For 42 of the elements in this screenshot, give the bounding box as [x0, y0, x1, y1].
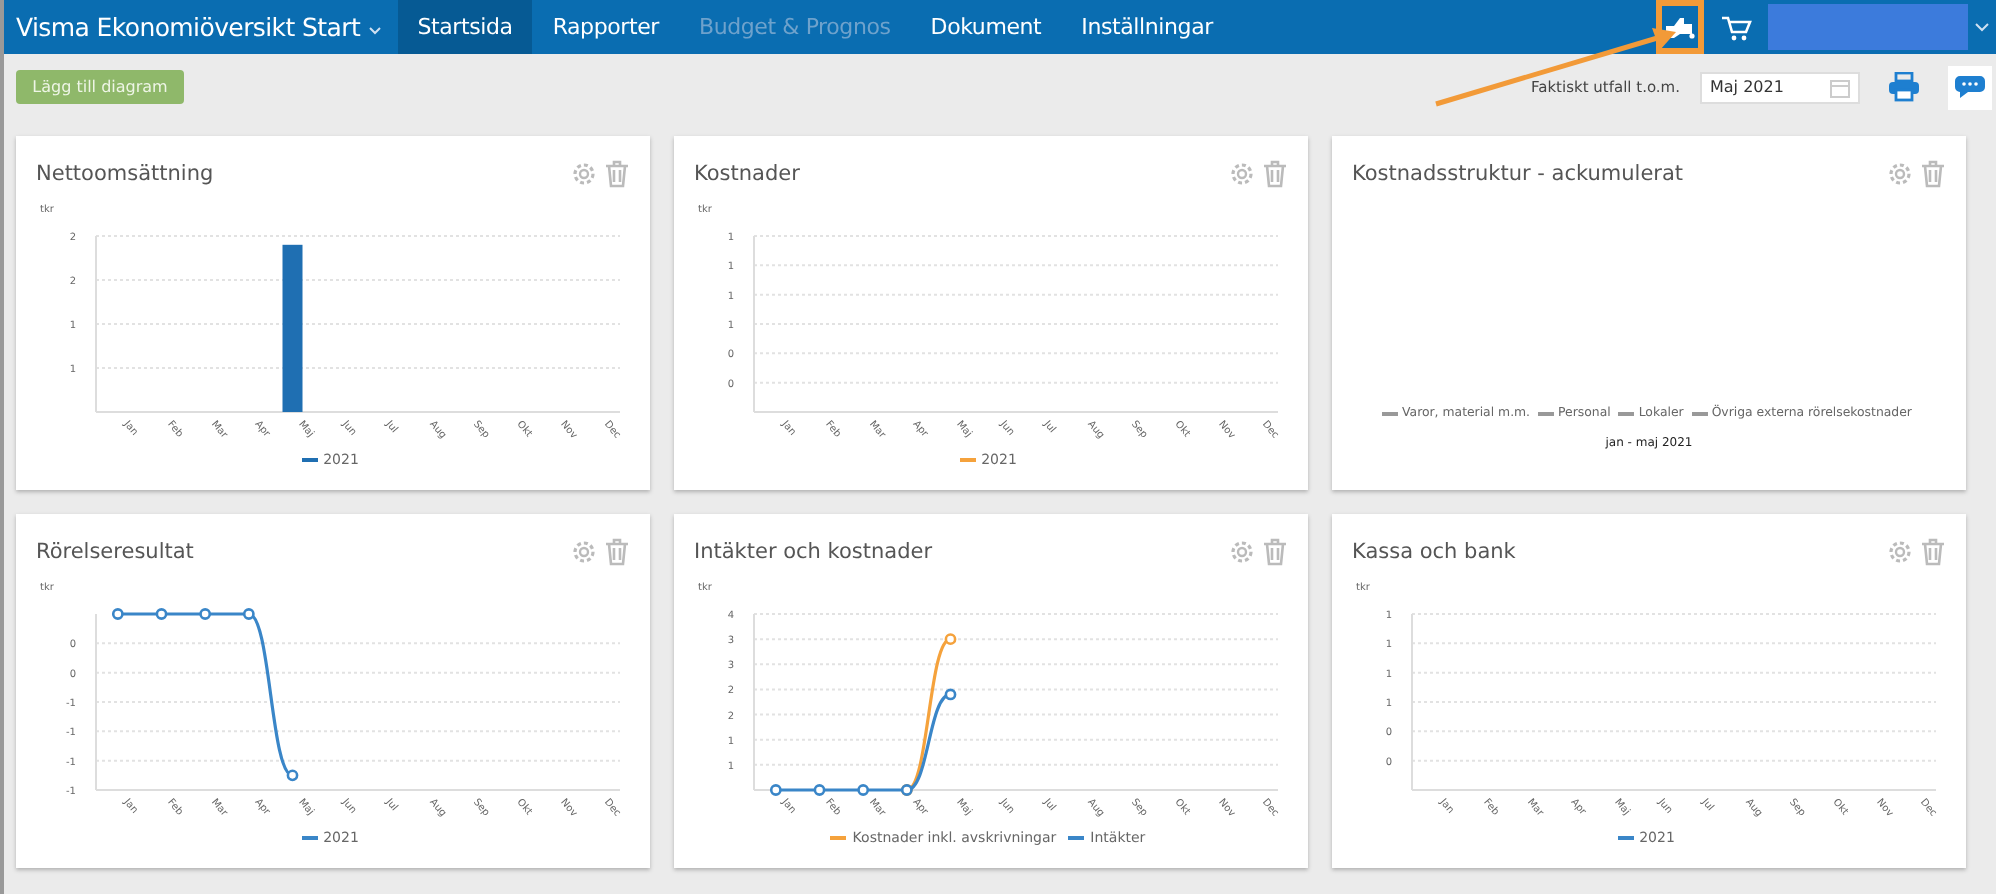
nav-tab[interactable]: Rapporter [532, 0, 679, 54]
data-point [857, 784, 870, 796]
chat-icon [1954, 73, 1986, 101]
chevron-down-icon[interactable] [1974, 21, 1990, 33]
print-icon[interactable] [1888, 72, 1920, 102]
card-title: Kostnadsstruktur - ackumulerat [1352, 162, 1686, 186]
cart-icon [1720, 13, 1752, 41]
nav-tab[interactable]: Inställningar [1061, 0, 1233, 54]
card-title: Nettoomsättning [36, 162, 216, 186]
card-title: Intäkter och kostnader [694, 540, 935, 564]
data-point [111, 608, 124, 620]
settings-icon[interactable] [1228, 160, 1256, 188]
trash-icon[interactable] [1920, 160, 1946, 188]
settings-icon[interactable] [1228, 538, 1256, 566]
data-point [199, 608, 212, 620]
notification-button[interactable] [1656, 0, 1704, 54]
settings-icon[interactable] [1886, 538, 1914, 566]
nav-tab[interactable]: Startsida [397, 0, 533, 54]
calendar-icon[interactable] [1830, 77, 1850, 97]
card-title: Rörelseresultat [36, 540, 196, 564]
data-point [944, 633, 957, 646]
data-point [155, 608, 168, 620]
chat-button[interactable] [1948, 65, 1992, 109]
data-point [769, 784, 782, 796]
card-title: Kassa och bank [1352, 540, 1518, 564]
trash-icon[interactable] [604, 538, 630, 566]
app-menu[interactable]: Visma Ekonomiöversikt Start [4, 0, 398, 54]
trash-icon[interactable] [1262, 538, 1288, 566]
data-point [286, 769, 299, 782]
data-point [813, 784, 826, 796]
settings-icon[interactable] [570, 160, 598, 188]
settings-icon[interactable] [1886, 160, 1914, 188]
data-point [242, 608, 255, 620]
nav-tab[interactable]: Dokument [910, 0, 1062, 54]
data-point [944, 688, 957, 701]
card-title: Kostnader [694, 162, 802, 186]
trash-icon[interactable] [1262, 160, 1288, 188]
settings-icon[interactable] [570, 538, 598, 566]
date-field[interactable]: Maj 2021 [1700, 71, 1860, 103]
chevron-down-icon [367, 26, 382, 36]
trash-icon[interactable] [604, 160, 630, 188]
trash-icon[interactable] [1920, 538, 1946, 566]
